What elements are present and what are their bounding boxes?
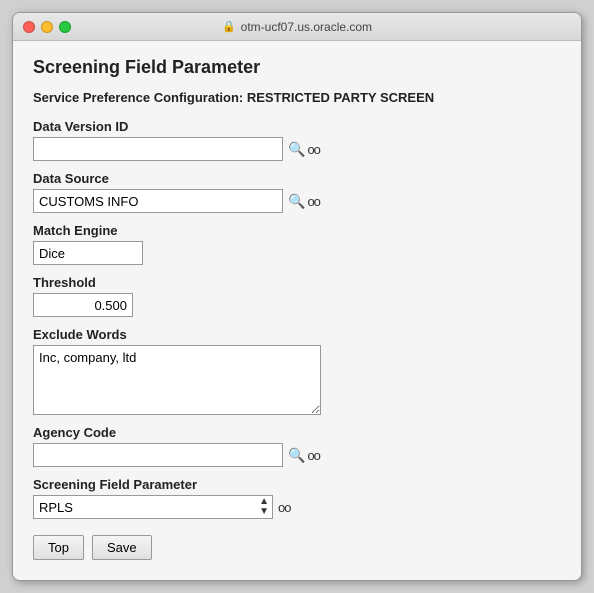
screening-field-parameter-group: Screening Field Parameter RPLS ▲ ▼ oo xyxy=(33,477,561,519)
threshold-label: Threshold xyxy=(33,275,561,290)
window-title: 🔒 otm-ucf07.us.oracle.com xyxy=(222,20,372,34)
page-subtitle: Service Preference Configuration: RESTRI… xyxy=(33,90,561,105)
agency-code-search-icon[interactable]: 🔍 xyxy=(288,447,305,464)
button-row: Top Save xyxy=(33,535,561,560)
exclude-words-label: Exclude Words xyxy=(33,327,561,342)
window-title-text: otm-ucf07.us.oracle.com xyxy=(241,20,372,34)
exclude-words-input[interactable]: Inc, company, ltd xyxy=(33,345,321,415)
exclude-words-row: Inc, company, ltd xyxy=(33,345,561,415)
page-title: Screening Field Parameter xyxy=(33,57,561,78)
agency-code-row: 🔍 oo xyxy=(33,443,561,467)
threshold-row xyxy=(33,293,561,317)
data-source-icons: 🔍 oo xyxy=(288,193,320,210)
data-source-search-icon[interactable]: 🔍 xyxy=(288,193,305,210)
agency-code-input[interactable] xyxy=(33,443,283,467)
threshold-input[interactable] xyxy=(33,293,133,317)
lock-icon: 🔒 xyxy=(222,20,236,33)
agency-code-label: Agency Code xyxy=(33,425,561,440)
screening-field-parameter-select-wrapper: RPLS ▲ ▼ xyxy=(33,495,273,519)
data-version-id-input[interactable] xyxy=(33,137,283,161)
content-area: Screening Field Parameter Service Prefer… xyxy=(13,41,581,580)
title-bar: 🔒 otm-ucf07.us.oracle.com xyxy=(13,13,581,41)
maximize-button[interactable] xyxy=(59,21,71,33)
data-version-id-glasses-icon[interactable]: oo xyxy=(307,142,319,157)
data-version-id-icons: 🔍 oo xyxy=(288,141,320,158)
minimize-button[interactable] xyxy=(41,21,53,33)
exclude-words-group: Exclude Words Inc, company, ltd xyxy=(33,327,561,415)
agency-code-icons: 🔍 oo xyxy=(288,447,320,464)
application-window: 🔒 otm-ucf07.us.oracle.com Screening Fiel… xyxy=(12,12,582,581)
top-button[interactable]: Top xyxy=(33,535,84,560)
traffic-lights xyxy=(23,21,71,33)
data-source-glasses-icon[interactable]: oo xyxy=(307,194,319,209)
screening-field-parameter-label: Screening Field Parameter xyxy=(33,477,561,492)
screening-field-icons: oo xyxy=(278,500,290,515)
screening-field-glasses-icon[interactable]: oo xyxy=(278,500,290,515)
data-source-label: Data Source xyxy=(33,171,561,186)
data-version-id-search-icon[interactable]: 🔍 xyxy=(288,141,305,158)
match-engine-input[interactable] xyxy=(33,241,143,265)
data-version-id-group: Data Version ID 🔍 oo xyxy=(33,119,561,161)
agency-code-glasses-icon[interactable]: oo xyxy=(307,448,319,463)
data-version-id-label: Data Version ID xyxy=(33,119,561,134)
screening-field-parameter-select[interactable]: RPLS xyxy=(33,495,273,519)
match-engine-label: Match Engine xyxy=(33,223,561,238)
agency-code-group: Agency Code 🔍 oo xyxy=(33,425,561,467)
save-button[interactable]: Save xyxy=(92,535,152,560)
data-source-row: 🔍 oo xyxy=(33,189,561,213)
match-engine-group: Match Engine xyxy=(33,223,561,265)
data-source-group: Data Source 🔍 oo xyxy=(33,171,561,213)
close-button[interactable] xyxy=(23,21,35,33)
data-source-input[interactable] xyxy=(33,189,283,213)
screening-field-parameter-row: RPLS ▲ ▼ oo xyxy=(33,495,561,519)
match-engine-row xyxy=(33,241,561,265)
threshold-group: Threshold xyxy=(33,275,561,317)
data-version-id-row: 🔍 oo xyxy=(33,137,561,161)
